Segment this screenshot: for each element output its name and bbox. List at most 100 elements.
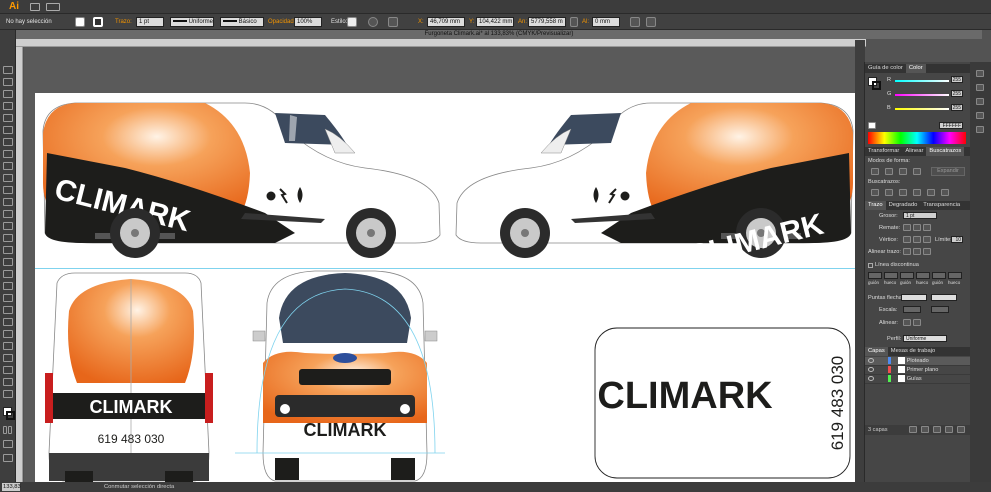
crop-icon[interactable] (913, 189, 921, 196)
tab-gradient[interactable]: Degradado (886, 201, 921, 210)
align-inside-icon[interactable] (913, 248, 921, 255)
stroke-preview-swatch[interactable] (872, 81, 881, 90)
paintbrush-tool-icon[interactable] (3, 162, 13, 170)
dash-3[interactable] (932, 272, 946, 279)
layer-name[interactable]: Guías (907, 376, 922, 382)
artboard[interactable]: CLIMARK CLIMARK CLIMARK 619 483 030 CLIM… (35, 93, 861, 488)
opacity-field[interactable]: 100% (294, 17, 322, 27)
dash-1[interactable] (868, 272, 882, 279)
opacity-label[interactable]: Opacidad: (268, 14, 295, 30)
end-arrowhead-select[interactable] (931, 294, 957, 301)
miter-join-icon[interactable] (903, 236, 911, 243)
weight-field[interactable]: 1 pt (903, 212, 937, 219)
arrow-tip-place-icon[interactable] (913, 319, 921, 326)
eraser-tool-icon[interactable] (3, 198, 13, 206)
dashed-line-checkbox[interactable] (868, 263, 873, 268)
screen-mode-icon[interactable] (3, 454, 13, 462)
brush-definition[interactable]: Básico (220, 17, 264, 27)
stroke-swatch[interactable] (93, 17, 103, 27)
direct-selection-tool-icon[interactable] (3, 78, 13, 86)
vertical-ruler[interactable] (16, 47, 23, 487)
rotate-tool-icon[interactable] (3, 210, 13, 218)
blob-brush-tool-icon[interactable] (3, 186, 13, 194)
visibility-eye-icon[interactable] (868, 358, 874, 364)
tab-transform[interactable]: Transformar (865, 147, 902, 156)
align-options-icon[interactable] (388, 17, 398, 27)
make-clipping-mask-icon[interactable] (921, 426, 929, 433)
visibility-eye-icon[interactable] (868, 367, 874, 373)
new-sublayer-icon[interactable] (933, 426, 941, 433)
rectangle-tool-icon[interactable] (3, 150, 13, 158)
recolor-artwork-icon[interactable] (368, 17, 378, 27)
intersect-icon[interactable] (899, 168, 907, 175)
locate-object-icon[interactable] (909, 426, 917, 433)
document-tab[interactable]: Furgoneta Climark.ai* al 133,83% (CMYK/P… (16, 30, 982, 39)
start-arrowhead-select[interactable] (901, 294, 927, 301)
transform-icon[interactable] (630, 17, 640, 27)
expand-button[interactable]: Expandir (931, 167, 965, 176)
tab-pathfinder[interactable]: Buscatrazos (926, 147, 965, 156)
van-side-left[interactable]: CLIMARK (42, 102, 441, 258)
round-cap-icon[interactable] (913, 224, 921, 231)
blend-tool-icon[interactable] (3, 318, 13, 326)
line-tool-icon[interactable] (3, 138, 13, 146)
gap-1[interactable] (884, 272, 898, 279)
appearance-panel-icon[interactable] (976, 126, 984, 133)
bevel-join-icon[interactable] (923, 236, 931, 243)
gradient-tool-icon[interactable] (3, 294, 13, 302)
selection-tool-icon[interactable] (3, 66, 13, 74)
layer-row[interactable]: Ploteado (865, 357, 971, 366)
blue-slider[interactable] (895, 108, 949, 110)
gap-3[interactable] (948, 272, 962, 279)
exclude-icon[interactable] (913, 168, 921, 175)
none-swatch[interactable] (868, 122, 876, 129)
column-graph-tool-icon[interactable] (3, 342, 13, 350)
graphic-style-picker[interactable] (347, 17, 357, 27)
horizontal-ruler[interactable] (16, 39, 866, 47)
align-outside-icon[interactable] (923, 248, 931, 255)
color-mode-icon[interactable] (3, 426, 7, 434)
limit-field[interactable]: 10 (951, 236, 963, 243)
profile-select[interactable]: Uniforme (903, 335, 947, 342)
stroke-weight-field[interactable]: 1 pt (136, 17, 164, 27)
slice-tool-icon[interactable] (3, 366, 13, 374)
perspective-grid-tool-icon[interactable] (3, 270, 13, 278)
height-field[interactable]: 0 mm (592, 17, 620, 27)
van-front[interactable]: CLIMARK (235, 270, 445, 482)
layer-name[interactable]: Ploteado (907, 358, 929, 364)
constrain-proportions-icon[interactable] (570, 17, 578, 27)
van-rear[interactable]: CLIMARK 619 483 030 (45, 272, 213, 485)
tab-color-guide[interactable]: Guía de color (865, 64, 906, 73)
shape-builder-tool-icon[interactable] (3, 258, 13, 266)
layer-row[interactable]: Guías (865, 375, 971, 384)
end-scale-field[interactable] (931, 306, 949, 313)
butt-cap-icon[interactable] (903, 224, 911, 231)
tab-stroke[interactable]: Trazo (865, 201, 886, 210)
hand-tool-icon[interactable] (3, 378, 13, 386)
tab-transparency[interactable]: Transparencia (920, 201, 963, 210)
mesh-tool-icon[interactable] (3, 282, 13, 290)
trim-icon[interactable] (885, 189, 893, 196)
blue-value[interactable]: 255 (951, 104, 963, 111)
artboard-tool-icon[interactable] (3, 354, 13, 362)
layer-name[interactable]: Primer plano (907, 367, 939, 373)
roof-plate[interactable]: CLIMARK 619 483 030 (594, 327, 851, 479)
new-layer-icon[interactable] (945, 426, 953, 433)
round-join-icon[interactable] (913, 236, 921, 243)
symbol-sprayer-tool-icon[interactable] (3, 330, 13, 338)
fill-swatch[interactable] (75, 17, 85, 27)
green-value[interactable]: 255 (951, 90, 963, 97)
divide-icon[interactable] (871, 189, 879, 196)
type-tool-icon[interactable] (3, 126, 13, 134)
delete-layer-icon[interactable] (957, 426, 965, 433)
tab-align[interactable]: Alinear (902, 147, 926, 156)
start-scale-field[interactable] (903, 306, 921, 313)
lasso-tool-icon[interactable] (3, 102, 13, 110)
green-slider[interactable] (895, 94, 949, 96)
bridge-icon[interactable] (30, 3, 40, 11)
arrow-tip-extend-icon[interactable] (903, 319, 911, 326)
projecting-cap-icon[interactable] (923, 224, 931, 231)
width-tool-icon[interactable] (3, 234, 13, 242)
visibility-eye-icon[interactable] (868, 376, 874, 382)
gap-2[interactable] (916, 272, 930, 279)
